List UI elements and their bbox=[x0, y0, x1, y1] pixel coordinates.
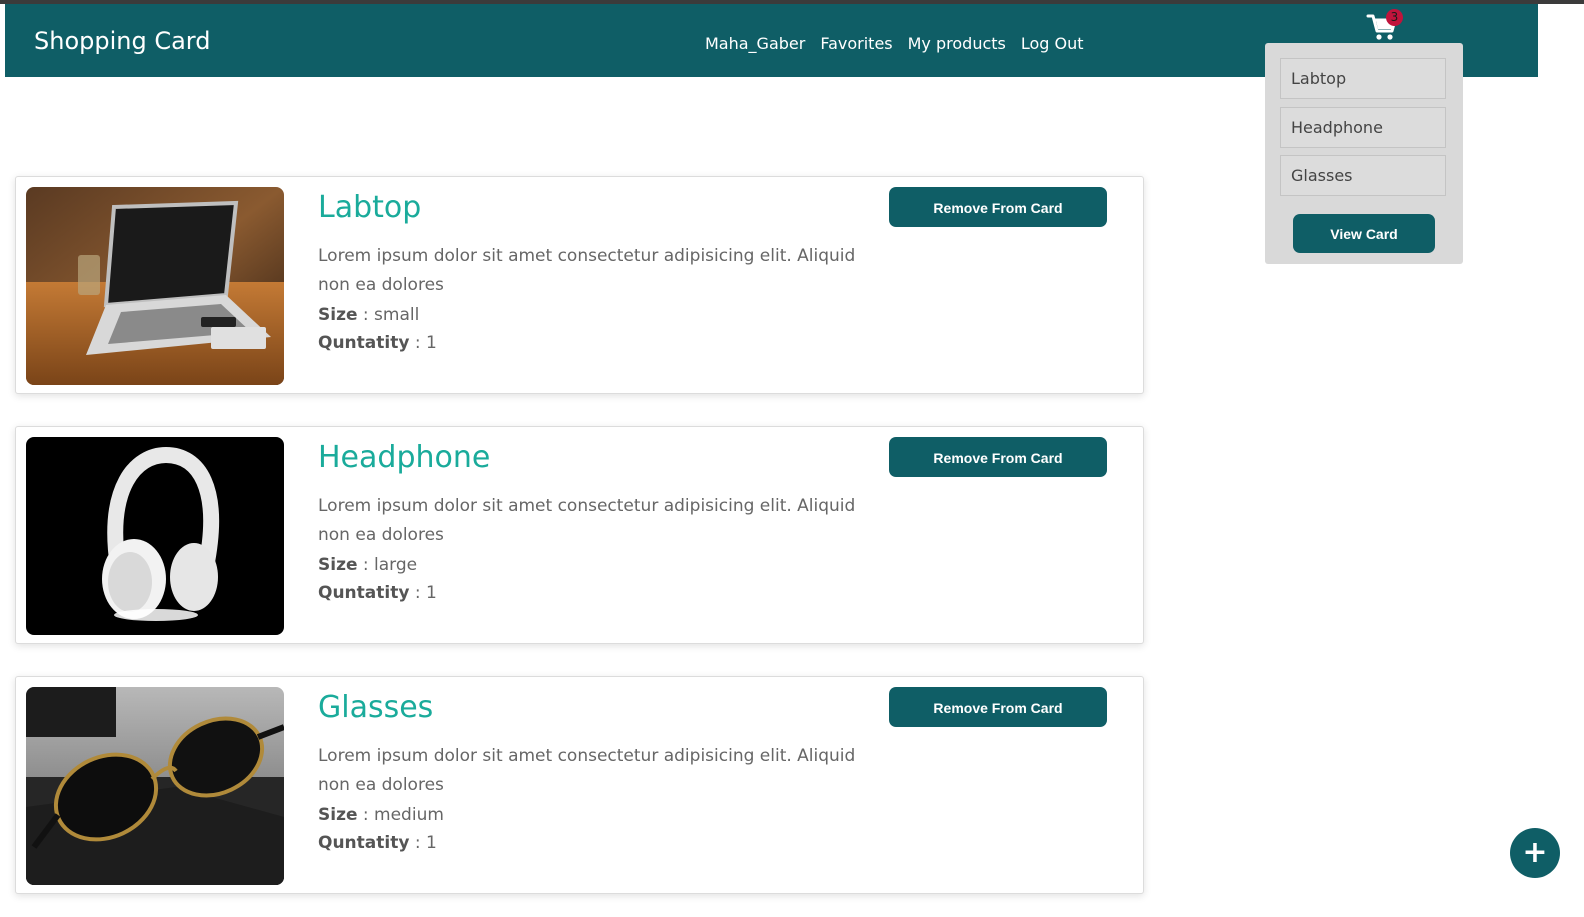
remove-from-card-button[interactable]: Remove From Card bbox=[889, 437, 1107, 477]
quantity-value: : 1 bbox=[409, 833, 437, 853]
product-size: Size : small bbox=[318, 301, 419, 329]
headphone-image bbox=[26, 437, 284, 635]
product-title: Labtop bbox=[318, 190, 422, 225]
glasses-image bbox=[26, 687, 284, 885]
nav-link-user[interactable]: Maha_Gaber bbox=[705, 34, 805, 54]
product-card: Headphone Lorem ipsum dolor sit amet con… bbox=[15, 426, 1144, 644]
cart-count-badge: 3 bbox=[1386, 9, 1403, 26]
size-label: Size bbox=[318, 555, 358, 575]
quantity-label: Quntatity bbox=[318, 833, 410, 853]
size-value: : large bbox=[357, 555, 418, 575]
quantity-value: : 1 bbox=[409, 583, 437, 603]
product-quantity: Quntatity : 1 bbox=[318, 579, 437, 607]
product-card: Glasses Lorem ipsum dolor sit amet conse… bbox=[15, 676, 1144, 894]
quantity-label: Quntatity bbox=[318, 333, 410, 353]
size-label: Size bbox=[318, 805, 358, 825]
product-description: Lorem ipsum dolor sit amet consectetur a… bbox=[318, 746, 856, 795]
plus-icon: + bbox=[1522, 835, 1548, 870]
quantity-value: : 1 bbox=[409, 333, 437, 353]
product-description: Lorem ipsum dolor sit amet consectetur a… bbox=[318, 496, 856, 545]
product-size: Size : medium bbox=[318, 801, 444, 829]
cart-dropdown-item[interactable]: Labtop bbox=[1280, 58, 1446, 99]
laptop-image bbox=[26, 187, 284, 385]
nav-link-logout[interactable]: Log Out bbox=[1021, 34, 1084, 54]
quantity-label: Quntatity bbox=[318, 583, 410, 603]
cart-dropdown-item[interactable]: Headphone bbox=[1280, 107, 1446, 148]
product-size: Size : large bbox=[318, 551, 417, 579]
cart-dropdown-item[interactable]: Glasses bbox=[1280, 155, 1446, 196]
product-quantity: Quntatity : 1 bbox=[318, 329, 437, 357]
product-title: Headphone bbox=[318, 440, 491, 475]
brand-title[interactable]: Shopping Card bbox=[34, 26, 210, 56]
size-label: Size bbox=[318, 305, 358, 325]
view-card-button[interactable]: View Card bbox=[1293, 214, 1435, 253]
product-quantity: Quntatity : 1 bbox=[318, 829, 437, 857]
cart-dropdown: Labtop Headphone Glasses View Card bbox=[1265, 43, 1463, 264]
product-title: Glasses bbox=[318, 690, 434, 725]
product-card: Labtop Lorem ipsum dolor sit amet consec… bbox=[15, 176, 1144, 394]
size-value: : small bbox=[357, 305, 420, 325]
nav-link-favorites[interactable]: Favorites bbox=[820, 34, 892, 54]
add-fab-button[interactable]: + bbox=[1510, 828, 1560, 878]
nav-links: Maha_Gaber Favorites My products Log Out bbox=[705, 34, 1084, 54]
product-description: Lorem ipsum dolor sit amet consectetur a… bbox=[318, 246, 856, 295]
size-value: : medium bbox=[357, 805, 444, 825]
remove-from-card-button[interactable]: Remove From Card bbox=[889, 187, 1107, 227]
cart-button[interactable]: 3 bbox=[1366, 9, 1403, 46]
remove-from-card-button[interactable]: Remove From Card bbox=[889, 687, 1107, 727]
nav-link-my-products[interactable]: My products bbox=[908, 34, 1006, 54]
